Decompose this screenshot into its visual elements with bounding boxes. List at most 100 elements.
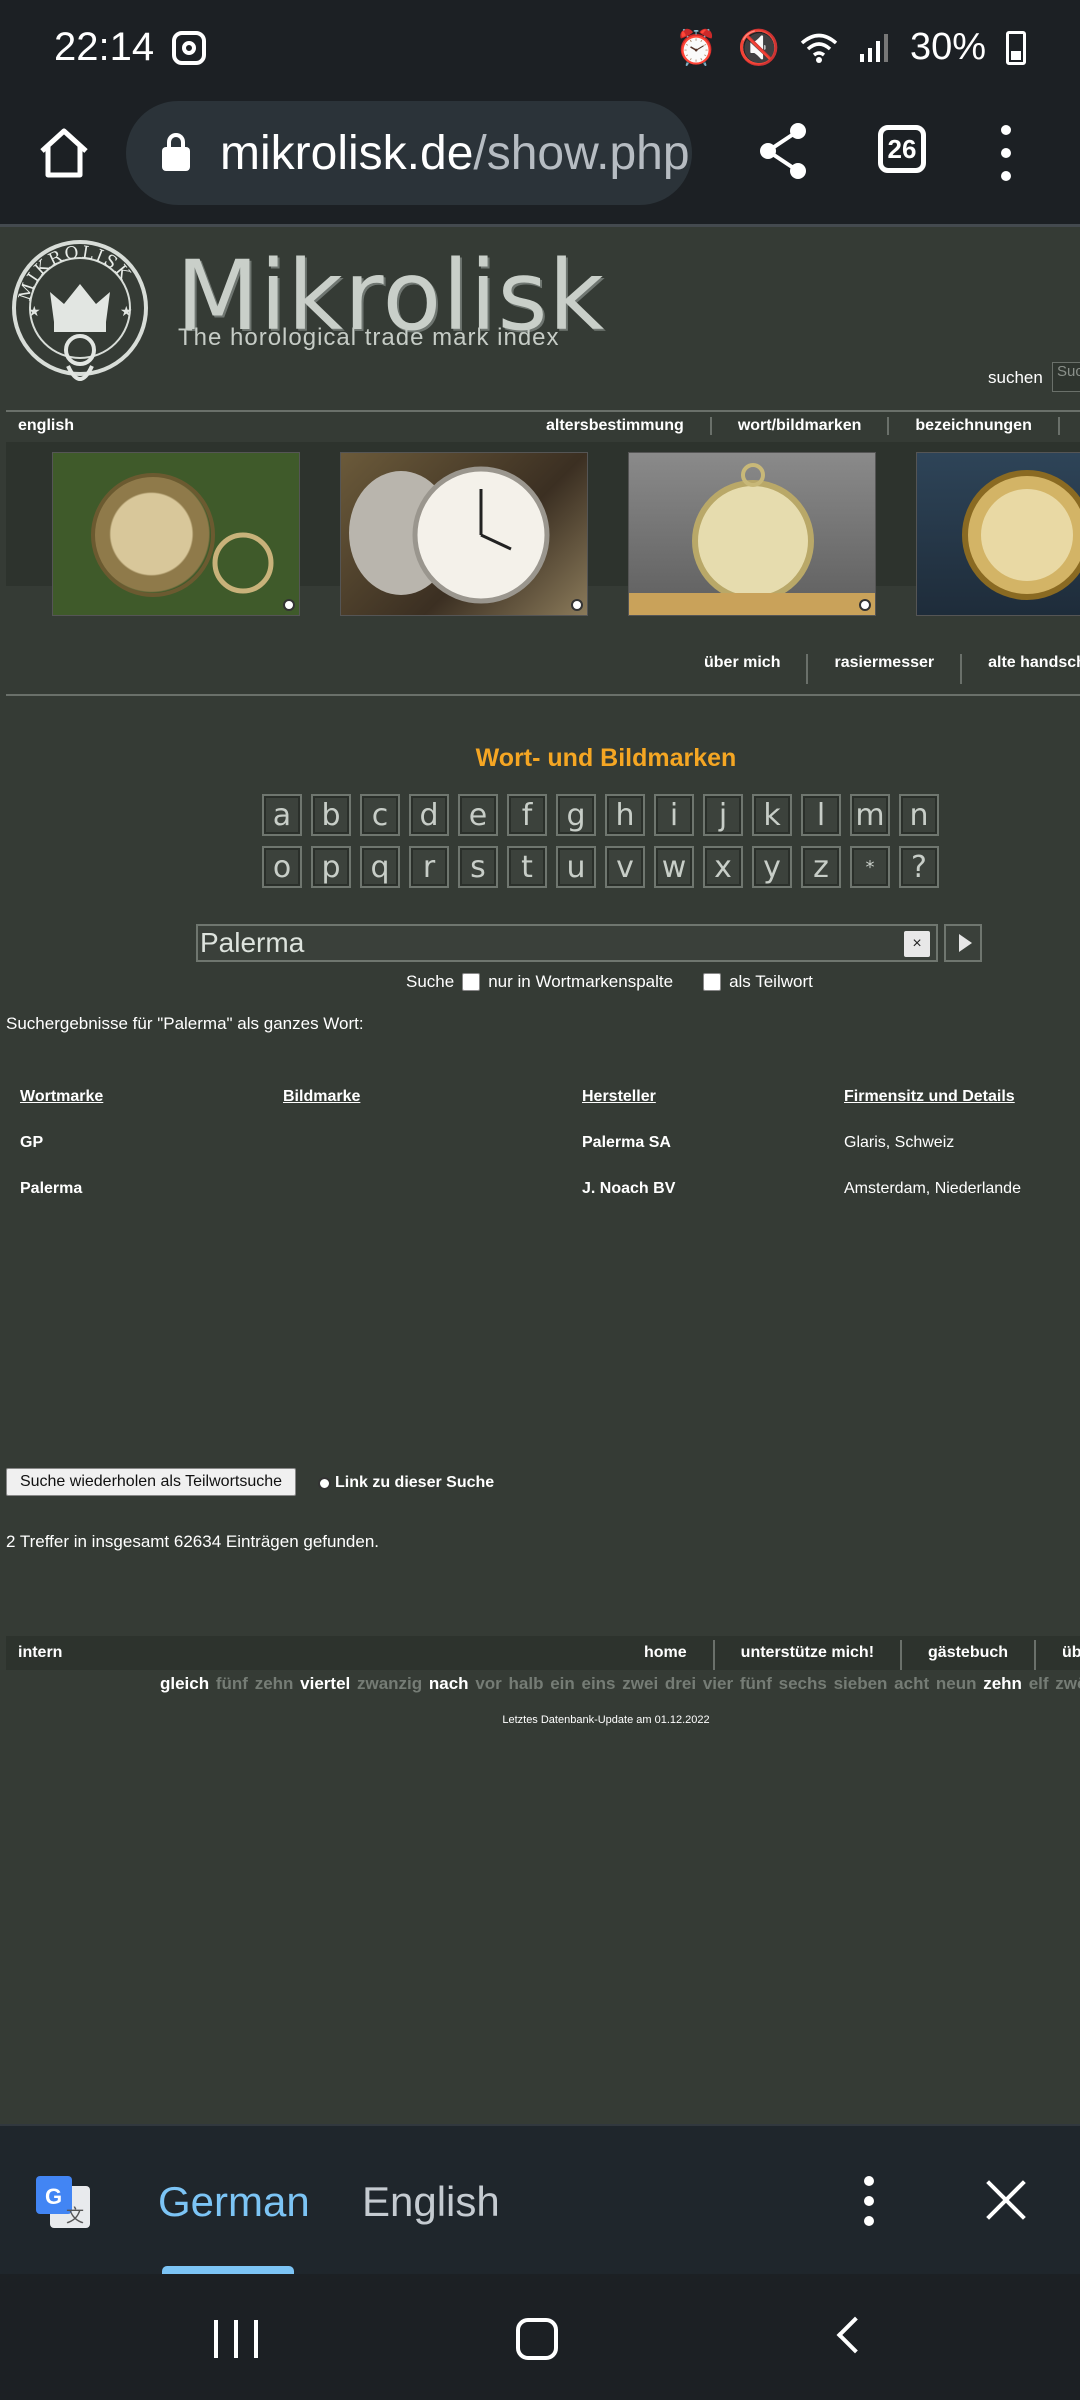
letter-key[interactable]: a xyxy=(262,794,302,836)
svg-text:★: ★ xyxy=(120,303,133,319)
letter-key[interactable]: y xyxy=(752,846,792,888)
letter-key[interactable]: e xyxy=(458,794,498,836)
letter-key[interactable]: v xyxy=(605,846,645,888)
footer-nav: intern home unterstütze mich! gästebuch … xyxy=(6,1636,1080,1670)
col-wortmarke[interactable]: Wortmarke xyxy=(20,1088,103,1106)
letter-key[interactable]: j xyxy=(703,794,743,836)
letter-key[interactable]: z xyxy=(801,846,841,888)
repeat-partial-search-button[interactable]: Suche wiederholen als Teilwortsuche xyxy=(6,1468,296,1496)
nav-item-link[interactable]: link xyxy=(1060,417,1080,435)
close-icon[interactable] xyxy=(986,2180,1026,2220)
letter-key[interactable]: f xyxy=(507,794,547,836)
letter-key[interactable]: r xyxy=(409,846,449,888)
nav-item-wortbildmarken[interactable]: wort/bildmarken xyxy=(712,417,890,435)
letter-key[interactable]: p xyxy=(311,846,351,888)
letter-key[interactable]: t xyxy=(507,846,547,888)
browser-menu-icon[interactable] xyxy=(998,125,1014,181)
home-icon[interactable] xyxy=(36,125,92,181)
clock-word: zehn xyxy=(254,1674,294,1693)
nav-item-altersbestimmung[interactable]: altersbestimmung xyxy=(520,417,712,435)
alphabet-row-2: o p q r s t u v w x y z * ? xyxy=(262,846,939,888)
clear-icon[interactable]: × xyxy=(904,931,930,957)
alarm-icon: ⏰ xyxy=(675,28,718,67)
letter-key-question[interactable]: ? xyxy=(899,846,939,888)
link-to-search[interactable]: Link zu dieser Suche xyxy=(318,1474,494,1492)
cell-hersteller[interactable]: J. Noach BV xyxy=(582,1180,675,1198)
search-submit-button[interactable] xyxy=(944,924,982,962)
clock-word: acht xyxy=(894,1674,930,1693)
photo-pocket-watch-dial[interactable] xyxy=(340,452,588,616)
col-firmensitz[interactable]: Firmensitz und Details xyxy=(844,1088,1015,1106)
letter-key[interactable]: m xyxy=(850,794,890,836)
photo-skeleton-watch[interactable] xyxy=(628,452,876,616)
zoom-icon xyxy=(283,599,295,611)
letter-key[interactable]: o xyxy=(262,846,302,888)
clock-word: sechs xyxy=(778,1674,827,1693)
letter-key[interactable]: c xyxy=(360,794,400,836)
clock-word: drei xyxy=(664,1674,697,1693)
clock-word: fünf xyxy=(215,1674,248,1693)
letter-key-star[interactable]: * xyxy=(850,846,890,888)
letter-key[interactable]: g xyxy=(556,794,596,836)
letter-key[interactable]: u xyxy=(556,846,596,888)
letter-key[interactable]: i xyxy=(654,794,694,836)
browser-toolbar: mikrolisk.de/show.php 26 xyxy=(0,95,1080,227)
cell-wortmarke[interactable]: Palerma xyxy=(20,1180,82,1198)
svg-text:G: G xyxy=(45,2184,62,2209)
letter-key[interactable]: d xyxy=(409,794,449,836)
checkbox-wortmarkenspalte[interactable] xyxy=(462,973,481,991)
letter-key[interactable]: x xyxy=(703,846,743,888)
crown-seal-logo[interactable]: MIKROLISK ★ ★ xyxy=(8,232,152,396)
letter-key[interactable]: l xyxy=(801,794,841,836)
share-icon[interactable] xyxy=(756,119,812,183)
photo-pocket-watch-movement[interactable] xyxy=(52,452,300,616)
skeleton-watch-image xyxy=(629,463,875,615)
footer-home[interactable]: home xyxy=(618,1640,715,1670)
cell-wortmarke[interactable]: GP xyxy=(20,1134,43,1152)
translate-bar: G 文 German English xyxy=(0,2124,1080,2276)
letter-key[interactable]: s xyxy=(458,846,498,888)
cell-hersteller[interactable]: Palerma SA xyxy=(582,1134,671,1152)
tab-switcher-button[interactable]: 26 xyxy=(878,125,926,173)
trademark-search-input[interactable]: Palerma × xyxy=(196,924,938,962)
recent-apps-icon[interactable] xyxy=(214,2320,258,2358)
site-search-input[interactable]: Suc xyxy=(1052,362,1080,392)
footer-guestbook[interactable]: gästebuch xyxy=(902,1640,1037,1670)
col-hersteller[interactable]: Hersteller xyxy=(582,1088,656,1106)
back-icon[interactable] xyxy=(836,2316,874,2354)
letter-key[interactable]: h xyxy=(605,794,645,836)
col-bildmarke[interactable]: Bildmarke xyxy=(283,1088,360,1106)
checkbox-teilwort[interactable] xyxy=(703,973,722,991)
address-bar[interactable]: mikrolisk.de/show.php xyxy=(126,101,692,205)
word-clock: gleich fünf zehn viertel zwanzig nach vo… xyxy=(160,1674,1080,1694)
letter-key[interactable]: w xyxy=(654,846,694,888)
clock-word: neun xyxy=(935,1674,977,1693)
clock-word: zwei xyxy=(622,1674,659,1693)
google-translate-icon[interactable]: G 文 xyxy=(34,2174,92,2232)
english-link[interactable]: english xyxy=(18,417,74,435)
site-subtitle: The horological trade mark index xyxy=(178,324,560,351)
mute-icon: 🔇 xyxy=(737,28,780,67)
clock-word: vier xyxy=(702,1674,734,1693)
letter-key[interactable]: n xyxy=(899,794,939,836)
letter-key[interactable]: k xyxy=(752,794,792,836)
nav-item-bezeichnungen[interactable]: bezeichnungen xyxy=(889,417,1060,435)
nav-item-alte-handschriften[interactable]: alte handschrifte xyxy=(962,654,1080,684)
db-update-note: Letztes Datenbank-Update am 01.12.2022 xyxy=(502,1714,710,1726)
hits-count: 2 Treffer in insgesamt 62634 Einträgen g… xyxy=(6,1532,379,1551)
translate-lang-german[interactable]: German xyxy=(158,2178,310,2226)
svg-text:★: ★ xyxy=(28,303,41,319)
footer-about[interactable]: über xyxy=(1036,1640,1080,1670)
translate-menu-icon[interactable] xyxy=(864,2176,874,2226)
photo-gold-watch[interactable] xyxy=(916,452,1080,616)
intern-link[interactable]: intern xyxy=(18,1644,62,1662)
translate-lang-english[interactable]: English xyxy=(362,2178,500,2226)
footer-support[interactable]: unterstütze mich! xyxy=(715,1640,903,1670)
letter-key[interactable]: q xyxy=(360,846,400,888)
nav-item-ueber-mich[interactable]: über mich xyxy=(678,654,809,684)
watch-dial-image xyxy=(349,466,550,604)
home-nav-icon[interactable] xyxy=(516,2318,558,2360)
letter-key[interactable]: b xyxy=(311,794,351,836)
tab-count: 26 xyxy=(887,133,917,164)
nav-item-rasiermesser[interactable]: rasiermesser xyxy=(808,654,963,684)
